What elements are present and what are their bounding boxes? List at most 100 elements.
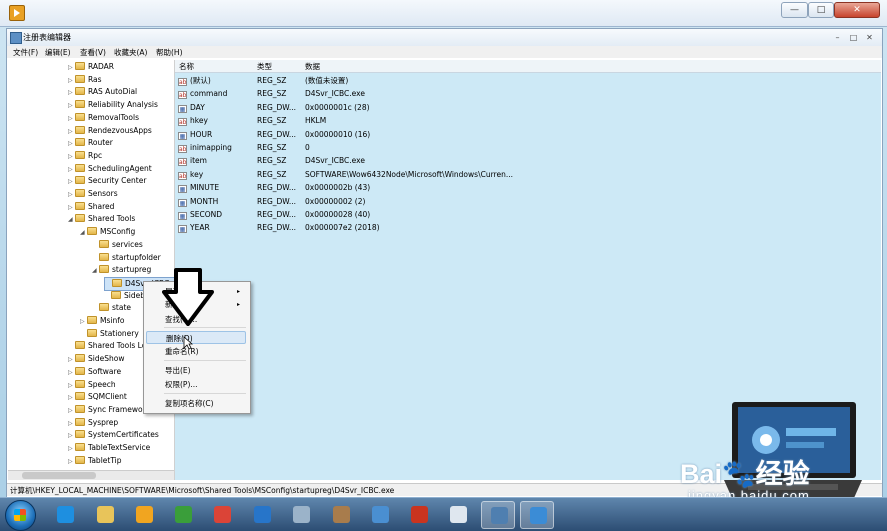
tree-item[interactable]: ▷ RAS AutoDial [68,86,137,98]
tree-item[interactable]: ▷ Sync Framework [68,404,150,416]
menu-favorites[interactable]: 收藏夹(A) [114,47,147,58]
tree-item[interactable]: ▷ SystemCertificates [68,429,159,441]
tree-item[interactable]: startupfolder [92,252,161,264]
tree-item[interactable]: ▷ RendezvousApps [68,125,152,137]
expanded-arrow-icon[interactable]: ◢ [80,227,87,239]
expand-arrow-icon[interactable]: ▷ [80,316,87,328]
registry-tree[interactable]: ▷ TabletTip ▷ TableTextService ▷ SystemCertif… [8,60,175,480]
taskbar-button[interactable] [441,501,475,529]
taskbar-button[interactable] [88,501,122,529]
value-row[interactable]: ▦ MINUTE REG_DW... 0x0000002b (43) [175,181,881,194]
expand-arrow-icon[interactable]: ▷ [68,418,75,430]
value-row[interactable]: ▦ HOUR REG_DW... 0x00000010 (16) [175,128,881,141]
regedit-maximize-button[interactable]: □ [847,32,860,43]
tree-scroll-thumb[interactable] [22,472,96,479]
tree-item[interactable]: ▷ Sensors [68,188,118,200]
expand-arrow-icon[interactable]: ▷ [68,151,75,163]
close-button[interactable]: ✕ [834,2,880,18]
taskbar-button[interactable] [324,501,358,529]
menu-view[interactable]: 查看(V) [80,47,106,58]
expand-arrow-icon[interactable]: ▷ [68,189,75,201]
expand-arrow-icon[interactable]: ▷ [68,113,75,125]
expand-arrow-icon[interactable]: ▷ [68,354,75,366]
tree-item[interactable]: ◢ startupreg [92,264,151,276]
taskbar-button[interactable] [402,501,436,529]
taskbar-button[interactable] [363,501,397,529]
menu-file[interactable]: 文件(F) [13,47,38,58]
column-name[interactable]: 名称 [179,61,194,72]
tree-item[interactable]: ▷ Shared [68,201,114,213]
tree-item[interactable]: services [92,239,143,251]
start-button[interactable] [5,500,36,531]
tree-item[interactable]: ▷ SQMClient [68,391,127,403]
tree-item[interactable]: ▷ SideShow [68,353,124,365]
value-row[interactable]: ab key REG_SZ SOFTWARE\Wow6432Node\Microsof… [175,168,881,181]
tree-item[interactable]: Stationery [80,328,139,340]
expand-arrow-icon[interactable]: ▷ [68,126,75,138]
tree-item[interactable]: ◢ Shared Tools [68,213,135,225]
tree-item[interactable]: ▷ RADAR [68,61,114,73]
taskbar-button[interactable] [127,501,161,529]
expand-arrow-icon[interactable]: ▷ [68,367,75,379]
tree-item[interactable]: ▷ RemovalTools [68,112,139,124]
tree-item[interactable]: ▷ SchedulingAgent [68,163,152,175]
taskbar-button[interactable] [48,501,82,529]
expand-arrow-icon[interactable]: ▷ [68,138,75,150]
value-row[interactable]: ▦ SECOND REG_DW... 0x00000028 (40) [175,208,881,221]
tree-item[interactable]: ▷ Ras [68,74,102,86]
column-type[interactable]: 类型 [257,61,272,72]
context-menu-item[interactable]: 权限(P)... [146,378,246,391]
taskbar-button[interactable] [166,501,200,529]
expand-arrow-icon[interactable]: ▷ [68,202,75,214]
value-row[interactable]: ab command REG_SZ D4Svr_ICBC.exe [175,87,881,100]
expand-arrow-icon[interactable]: ▷ [68,405,75,417]
menu-edit[interactable]: 编辑(E) [45,47,71,58]
tree-item[interactable]: ▷ Msinfo [80,315,124,327]
expand-arrow-icon[interactable]: ▷ [68,392,75,404]
value-row[interactable]: ab hkey REG_SZ HKLM [175,114,881,127]
context-menu-item[interactable]: 重命名(R) [146,345,246,358]
value-row[interactable]: ▦ DAY REG_DW... 0x0000001c (28) [175,101,881,114]
menu-help[interactable]: 帮助(H) [156,47,183,58]
tree-item[interactable]: ▷ Security Center [68,175,146,187]
expand-arrow-icon[interactable]: ▷ [68,430,75,442]
tree-item[interactable]: ▷ TableTextService [68,442,150,454]
context-menu-item[interactable]: 复制项名称(C) [146,397,246,410]
taskbar-button[interactable] [205,501,239,529]
value-row[interactable]: ▦ YEAR REG_DW... 0x000007e2 (2018) [175,221,881,234]
taskbar-button[interactable] [245,501,279,529]
tree-horizontal-scrollbar[interactable] [8,470,174,480]
tree-item[interactable]: ▷ Sysprep [68,417,118,429]
expand-arrow-icon[interactable]: ▷ [68,100,75,112]
expand-arrow-icon[interactable]: ▷ [68,176,75,188]
value-row[interactable]: ▦ MONTH REG_DW... 0x00000002 (2) [175,195,881,208]
expand-arrow-icon[interactable]: ▷ [68,443,75,455]
regedit-minimize-button[interactable]: – [831,32,844,43]
expanded-arrow-icon[interactable]: ◢ [92,265,99,277]
expanded-arrow-icon[interactable]: ◢ [68,214,75,226]
tree-item[interactable]: ◢ MSConfig [80,226,135,238]
minimize-button[interactable]: — [781,2,808,18]
tree-item[interactable]: state [92,302,131,314]
taskbar-button[interactable] [284,501,318,529]
taskbar-button[interactable] [520,501,554,529]
value-row[interactable]: ab item REG_SZ D4Svr_ICBC.exe [175,154,881,167]
tree-item[interactable]: ▷ Reliability Analysis [68,99,158,111]
expand-arrow-icon[interactable]: ▷ [68,87,75,99]
expand-arrow-icon[interactable]: ▷ [68,164,75,176]
maximize-button[interactable]: □ [808,2,834,18]
tree-item[interactable]: ▷ Rpc [68,150,102,162]
regedit-close-button[interactable]: ✕ [863,32,876,43]
context-menu-item[interactable]: 删除(D) [146,331,246,344]
tree-item[interactable]: ▷ Software [68,366,121,378]
expand-arrow-icon[interactable]: ▷ [68,75,75,87]
column-data[interactable]: 数据 [305,61,320,72]
taskbar-button[interactable] [481,501,515,529]
value-row[interactable]: ab (默认) REG_SZ (数值未设置) [175,74,881,87]
tree-item[interactable]: ▷ Router [68,137,113,149]
value-row[interactable]: ab inimapping REG_SZ 0 [175,141,881,154]
context-menu-item[interactable]: 导出(E) [146,364,246,377]
expand-arrow-icon[interactable]: ▷ [68,380,75,392]
expand-arrow-icon[interactable]: ▷ [68,456,75,468]
expand-arrow-icon[interactable]: ▷ [68,62,75,74]
